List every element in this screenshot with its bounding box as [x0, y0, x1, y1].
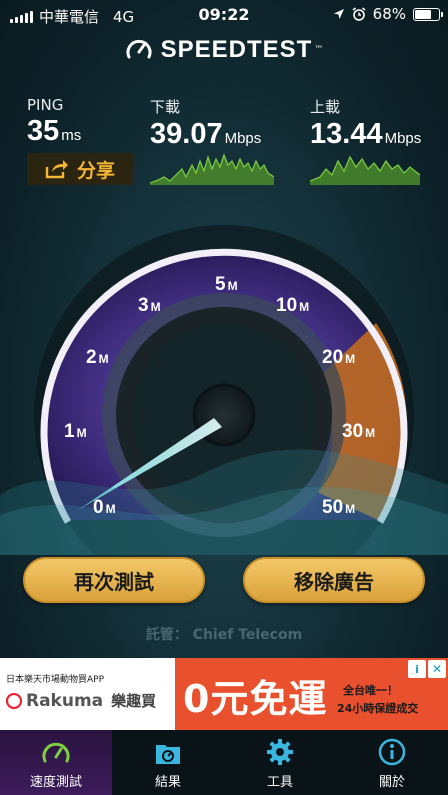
ad-brand-cn: 樂趣買 [111, 692, 157, 710]
status-bar: 中華電信 4G 09:22 68% [0, 0, 448, 30]
remove-ads-label: 移除廣告 [294, 569, 374, 594]
upload-value: 13.44 [310, 118, 383, 150]
app-title: SPEEDTEST [160, 36, 313, 63]
tab-results[interactable]: 結果 [112, 730, 224, 795]
tab-bar: 速度測試 結果 工具 關於 [0, 730, 448, 795]
info-icon [378, 738, 406, 766]
ping-stat: PING 35 ms [27, 96, 81, 153]
tab-tools[interactable]: 工具 [224, 730, 336, 795]
location-arrow-icon [333, 9, 344, 19]
remove-ads-button[interactable]: 移除廣告 [243, 557, 425, 603]
ad-close-icon[interactable]: ✕ [428, 660, 446, 678]
host-label: 託管： [145, 627, 188, 643]
share-label: 分享 [76, 159, 115, 182]
tab-about[interactable]: 關於 [336, 730, 448, 795]
ping-unit: ms [61, 127, 82, 144]
ad-banner[interactable]: 日本樂天市場動物買APP Rakuma 樂趣買 0元免運 全台唯一！ 24小時保… [0, 658, 448, 730]
ad-left-panel[interactable]: 日本樂天市場動物買APP Rakuma 樂趣買 [0, 658, 175, 730]
ping-label: PING [27, 96, 64, 114]
ad-info-icon[interactable]: i [408, 660, 426, 678]
battery-icon [413, 7, 443, 21]
results-folder-icon [156, 745, 180, 764]
ad-sub2: 24小時保證成交 [337, 702, 419, 715]
tab-tools-label: 工具 [266, 775, 293, 790]
download-label: 下載 [150, 98, 181, 116]
gear-icon [267, 739, 293, 765]
host-info: 託管： Chief Telecom [0, 624, 448, 644]
tab-speed-test-label: 速度測試 [29, 775, 82, 790]
download-unit: Mbps [224, 130, 262, 147]
ad-headline: 0元免運 [183, 677, 328, 721]
upload-graph [310, 155, 420, 185]
download-graph [150, 153, 274, 185]
share-button[interactable]: 分享 [27, 153, 133, 185]
download-value: 39.07 [150, 118, 223, 150]
app-logo: SPEEDTEST ™ [0, 36, 448, 64]
ad-brand: Rakuma [26, 690, 104, 711]
alarm-icon [352, 7, 366, 21]
ad-sub1: 全台唯一！ [343, 684, 398, 697]
ad-line1: 日本樂天市場動物買APP [6, 675, 105, 685]
ping-value: 35 [27, 115, 60, 147]
upload-unit: Mbps [384, 130, 422, 147]
host-name: Chief Telecom [192, 627, 303, 643]
trademark: ™ [314, 45, 324, 55]
tab-speed-test[interactable]: 速度測試 [0, 730, 112, 795]
speedtest-logo-icon [126, 39, 152, 59]
rakuma-logo-icon [6, 692, 22, 709]
ad-right-panel[interactable]: 0元免運 全台唯一！ 24小時保證成交 i ✕ [175, 658, 448, 730]
tab-results-label: 結果 [154, 775, 181, 790]
upload-label: 上載 [310, 98, 341, 116]
retest-label: 再次測試 [74, 569, 154, 594]
speedometer-icon [42, 742, 70, 763]
speed-gauge: 0M 1M 2M 3M 5M 10 M 20 M 30 M 50 M [0, 225, 448, 555]
battery-percent: 68% [372, 5, 406, 23]
share-icon [45, 160, 68, 179]
tab-about-label: 關於 [378, 775, 405, 790]
retest-button[interactable]: 再次測試 [23, 557, 205, 603]
